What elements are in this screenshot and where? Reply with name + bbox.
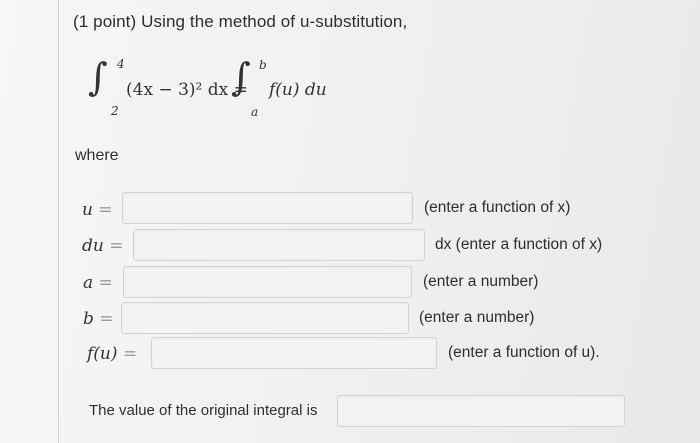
- fu-input[interactable]: [151, 337, 437, 369]
- fu-hint: (enter a function of u).: [448, 344, 600, 361]
- du-label: du =: [82, 236, 124, 256]
- a-input[interactable]: [123, 266, 412, 298]
- upper-limit-left: 4: [117, 57, 125, 71]
- b-label: b =: [83, 309, 114, 329]
- b-var: b: [83, 309, 94, 329]
- u-input[interactable]: [122, 192, 413, 224]
- integrand-left: (4x − 3)² dx =: [126, 80, 248, 100]
- upper-limit-right: b: [259, 58, 267, 72]
- final-answer-input[interactable]: [337, 395, 625, 427]
- du-input[interactable]: [133, 229, 425, 261]
- fu-var: f(u): [87, 344, 118, 364]
- integrand-right: f(u) du: [269, 80, 327, 100]
- title-text: (1 point) Using the method of u-substitu…: [73, 12, 408, 31]
- a-var: a: [83, 273, 94, 293]
- final-label: The value of the original integral is: [89, 402, 318, 419]
- where-label: where: [75, 147, 119, 164]
- b-hint: (enter a number): [419, 309, 535, 326]
- problem-title: (1 point) Using the method of u-substitu…: [73, 12, 407, 32]
- lower-limit-left: 2: [111, 104, 119, 118]
- u-label: u =: [82, 200, 113, 220]
- a-hint: (enter a number): [423, 273, 539, 290]
- du-var: du: [82, 236, 104, 256]
- u-hint: (enter a function of x): [424, 199, 571, 216]
- b-input[interactable]: [121, 302, 409, 334]
- integral-sign-left: ∫: [88, 55, 108, 99]
- u-var: u: [82, 200, 93, 220]
- a-label: a =: [83, 273, 113, 293]
- lower-limit-right: a: [251, 105, 259, 119]
- fu-label: f(u) =: [87, 344, 138, 364]
- du-hint: dx (enter a function of x): [435, 236, 603, 253]
- integral-sign-right: ∫: [231, 55, 251, 99]
